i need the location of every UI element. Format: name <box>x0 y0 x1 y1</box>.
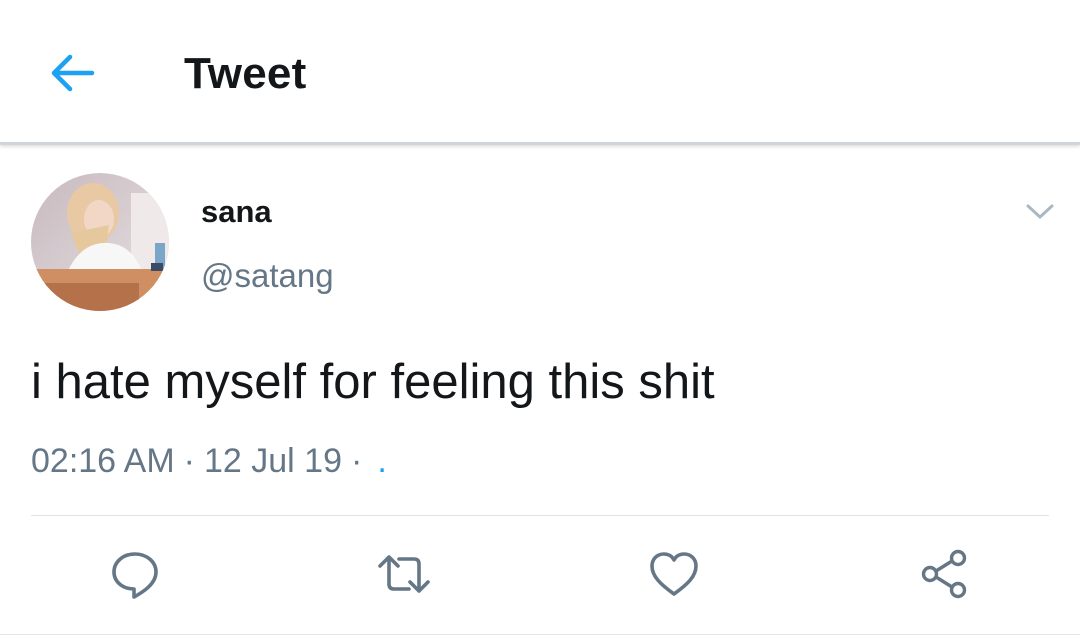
display-name[interactable]: sana <box>201 193 272 231</box>
retweet-icon <box>378 555 430 593</box>
tweet-text: i hate myself for feeling this shit <box>31 355 715 409</box>
user-handle[interactable]: @satang <box>201 256 334 296</box>
bottom-divider <box>0 634 1080 635</box>
back-button[interactable] <box>44 50 98 96</box>
share-button[interactable] <box>916 546 972 602</box>
tweet-date[interactable]: 12 Jul 19 <box>204 442 342 480</box>
avatar-photo <box>31 173 169 311</box>
share-icon <box>921 549 967 599</box>
arrow-left-icon <box>51 54 95 92</box>
meta-separator: · <box>183 442 195 480</box>
heart-icon <box>650 552 698 596</box>
retweet-button[interactable] <box>376 546 432 602</box>
reply-button[interactable] <box>107 546 163 602</box>
page-title: Tweet <box>184 49 307 98</box>
tweet-time[interactable]: 02:16 AM <box>31 442 175 480</box>
reply-icon <box>112 552 158 599</box>
meta-separator-2: · <box>350 442 363 480</box>
divider <box>31 515 1049 516</box>
chevron-down-icon <box>1026 204 1054 219</box>
avatar[interactable] <box>31 173 169 311</box>
top-app-bar: Tweet <box>0 0 1080 145</box>
tweet-source[interactable]: . <box>371 442 386 480</box>
like-button[interactable] <box>646 546 702 602</box>
tweet-menu-button[interactable] <box>1020 196 1060 226</box>
tweet-meta: 02:16 AM · 12 Jul 19 ·. <box>31 440 387 482</box>
